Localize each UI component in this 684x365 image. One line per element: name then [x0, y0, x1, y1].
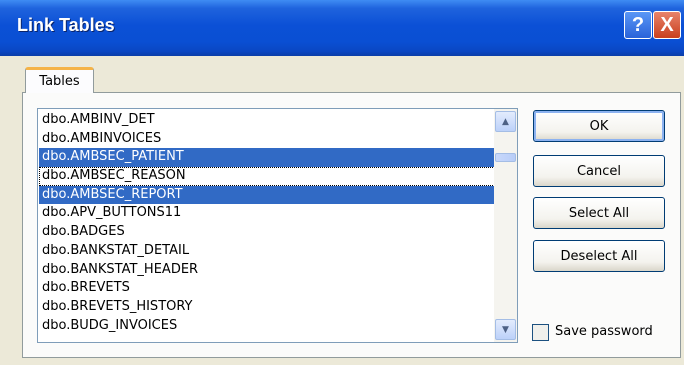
scroll-down-button[interactable]: ▼: [495, 319, 516, 340]
list-item[interactable]: dbo.BREVETS_HISTORY: [39, 298, 495, 317]
vertical-scrollbar[interactable]: ▲ ▼: [494, 109, 517, 342]
scroll-down-arrow-icon: ▼: [502, 324, 509, 335]
tables-listbox[interactable]: dbo.AMBINV_DET dbo.AMBINVOICES dbo.AMBSEC_…: [37, 108, 518, 343]
list-items: dbo.AMBINV_DET dbo.AMBINVOICES dbo.AMBSEC_…: [39, 111, 495, 335]
close-button[interactable]: X: [653, 11, 681, 39]
scroll-up-button[interactable]: ▲: [495, 111, 516, 132]
window-title: Link Tables: [17, 15, 115, 35]
list-item[interactable]: dbo.BUDG_INVOICES: [39, 317, 495, 336]
tab-tables[interactable]: Tables: [25, 67, 94, 93]
list-item[interactable]: dbo.AMBSEC_REASON: [39, 167, 495, 186]
select-all-button[interactable]: Select All: [533, 197, 665, 229]
deselect-all-button[interactable]: Deselect All: [533, 240, 665, 272]
list-item[interactable]: dbo.AMBSEC_PATIENT: [39, 148, 495, 168]
list-item[interactable]: dbo.BANKSTAT_HEADER: [39, 261, 495, 280]
link-tables-dialog: Link Tables ? X Tables dbo.AMBINV_DET dbo…: [0, 0, 684, 365]
list-item[interactable]: dbo.AMBINV_DET: [39, 111, 495, 130]
list-item[interactable]: dbo.AMBINVOICES: [39, 130, 495, 149]
ok-button[interactable]: OK: [533, 110, 665, 142]
save-password-label[interactable]: Save password: [555, 324, 653, 339]
title-bar[interactable]: Link Tables ? X: [0, 0, 684, 56]
scroll-thumb[interactable]: [495, 153, 516, 162]
scroll-up-arrow-icon: ▲: [502, 116, 509, 127]
list-item[interactable]: dbo.BANKSTAT_DETAIL: [39, 242, 495, 261]
cancel-button[interactable]: Cancel: [533, 155, 665, 187]
list-item[interactable]: dbo.BREVETS: [39, 279, 495, 298]
help-button[interactable]: ?: [624, 11, 652, 39]
tab-label: Tables: [39, 74, 80, 89]
help-icon: ?: [631, 13, 645, 36]
list-item[interactable]: dbo.APV_BUTTONS11: [39, 204, 495, 223]
list-item[interactable]: dbo.BADGES: [39, 223, 495, 242]
save-password-checkbox[interactable]: [532, 324, 549, 341]
close-icon: X: [660, 13, 674, 36]
list-item[interactable]: dbo.AMBSEC_REPORT: [39, 185, 495, 205]
